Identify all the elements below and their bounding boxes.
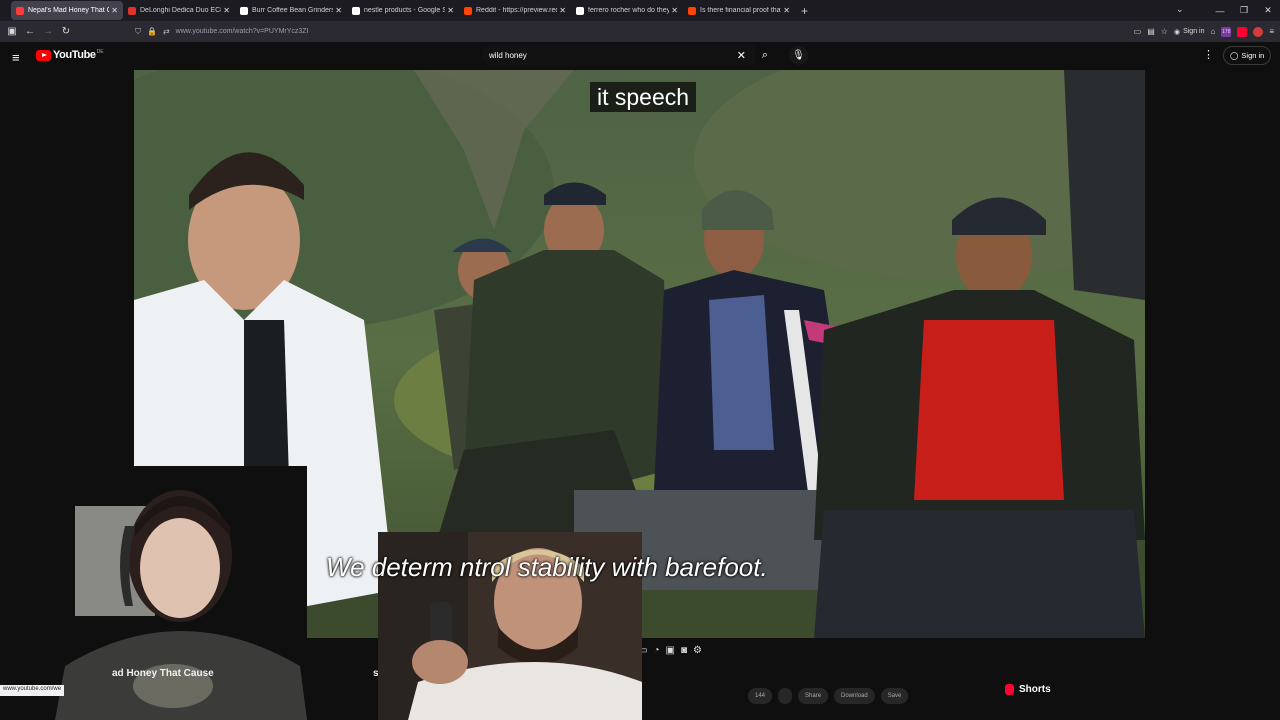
reload-icon[interactable]: ↻ [57,26,75,37]
player-controls: ▭ ◔ ▣ ◙ ⚙ [638,645,702,656]
extension-youtube-icon[interactable] [1237,26,1248,37]
account-sign-in-label: Sign in [1183,28,1205,35]
extension-badge[interactable]: 178 [1221,26,1232,37]
extensions-icon[interactable]: ⌂ [1210,27,1215,36]
sidebar-toggle-icon[interactable]: ▣ [3,26,21,37]
restore-icon[interactable]: ❐ [1232,5,1256,16]
guide-menu-icon[interactable]: ≡ [12,50,20,65]
tab-list-dropdown-icon[interactable]: ⌄ [1176,4,1184,15]
tab-close-icon[interactable]: ✕ [671,6,678,15]
bookmark-star-icon[interactable]: ☆ [1161,27,1168,36]
microphone-icon: 🎙 [792,50,805,61]
tab-favicon-icon [688,6,696,15]
user-icon: ◯ [1230,51,1239,60]
voice-search-button[interactable]: 🎙 [789,46,808,65]
theater-mode-icon[interactable]: ▣ [666,645,675,656]
forward-icon[interactable]: → [39,26,57,37]
tab-title: nestle products - Google Search [364,7,446,14]
browser-tab[interactable]: Reddit - https://preview.redd.it✕ [459,1,571,20]
search-button[interactable]: ⌕ [754,45,776,66]
browser-tab-strip: Nepal's Mad Honey That C ✕ DeLonghi Dedica… [0,0,1280,21]
youtube-logo[interactable]: YouTube DE [36,49,104,61]
tab-close-icon[interactable]: ✕ [335,6,342,15]
country-code: DE [96,49,104,55]
browser-tab[interactable]: Burr Coffee Bean Grinders | Bre✕ [235,1,347,20]
action-pill[interactable]: Share [798,688,829,704]
shorts-label: Shorts [1019,684,1051,695]
tab-title: Burr Coffee Bean Grinders | Bre [252,7,334,14]
autoplay-icon[interactable]: ◔ [653,645,659,656]
tab-close-icon[interactable]: ✕ [559,6,566,15]
browser-toolbar-right: ▭ ▤ ☆ ◉ Sign in ⌂ 178 ≡ [1134,21,1274,42]
tab-close-icon[interactable]: ✕ [223,6,230,15]
shield-icon[interactable]: ⛉ [135,27,141,37]
lock-icon[interactable]: 🔒 [147,27,157,36]
screenshot-icon[interactable]: ◙ [681,645,687,656]
tab-title: DeLonghi Dedica Duo EC890.GY [140,7,221,14]
window-controls: — ❐ ✕ [1208,0,1280,21]
permissions-icon[interactable]: ⇄ [163,27,170,36]
browser-tab[interactable]: DeLonghi Dedica Duo EC890.GY✕ [123,1,235,20]
search-box[interactable]: ✕ [482,45,754,66]
webcam-overlay-1 [55,466,307,720]
new-tab-icon[interactable]: + [801,4,808,18]
tab-favicon-icon [464,6,472,15]
caption-bottom: We determ ntrol stability with barefoot. [326,552,768,582]
settings-gear-icon[interactable]: ⚙ [693,645,702,656]
video-action-pills: 144 Share Download Save [748,688,909,704]
youtube-play-icon [36,49,51,61]
address-bar[interactable]: ⛉ 🔒 ⇄ www.youtube.com/watch?v=PUYMrYcz3Z… [135,27,309,37]
reader-icon[interactable]: ▤ [1147,27,1155,36]
account-sign-in[interactable]: ◉ Sign in [1174,28,1205,36]
action-pill[interactable]: 144 [748,688,773,704]
menu-icon[interactable]: ≡ [1269,27,1274,36]
tab-title: Reddit - https://preview.redd.it [476,7,557,14]
tab-close-icon[interactable]: ✕ [111,6,118,15]
tab-title: ferrero rocher who do they own [588,7,670,14]
tab-close-icon[interactable]: ✕ [783,6,790,15]
tab-close-icon[interactable]: ✕ [447,6,454,15]
tab-favicon-icon [240,6,248,15]
browser-tab[interactable]: Nepal's Mad Honey That C ✕ [11,1,123,20]
url-text[interactable]: www.youtube.com/watch?v=PUYMrYcz3ZI [176,28,309,35]
close-window-icon[interactable]: ✕ [1256,5,1280,16]
search-icon: ⌕ [761,49,769,61]
search-input[interactable] [489,51,729,60]
youtube-logo-text: YouTube [53,49,96,61]
video-title-fragment: ad Honey That Cause [112,668,214,679]
shorts-icon [1005,684,1014,695]
tab-favicon-icon [352,6,360,15]
clear-search-icon[interactable]: ✕ [737,49,746,62]
browser-tab[interactable]: nestle products - Google Search✕ [347,1,459,20]
tab-favicon-icon [128,6,136,15]
caption-top: it speech [590,82,697,112]
link-status-url: www.youtube.com/we [0,685,65,696]
settings-more-icon[interactable]: ⋮ [1203,48,1214,61]
youtube-sign-in-button[interactable]: ◯ Sign in [1223,46,1272,65]
browser-tab[interactable]: Is there financial proof that the✕ [683,1,795,20]
tab-favicon-icon [16,6,24,15]
action-pill[interactable]: Download [834,688,875,704]
account-icon: ◉ [1173,28,1181,36]
picture-in-picture-icon[interactable]: ▭ [1134,27,1142,36]
minimize-icon[interactable]: — [1208,6,1232,16]
youtube-sign-in-label: Sign in [1241,51,1265,60]
browser-nav-bar: ▣ ← → ↻ ⛉ 🔒 ⇄ www.youtube.com/watch?v=PU… [0,21,1280,42]
action-pill[interactable] [778,688,793,704]
shorts-heading[interactable]: Shorts [1005,684,1051,695]
extension-shield-icon[interactable] [1253,26,1264,37]
tab-title: Nepal's Mad Honey That C [28,7,110,14]
tab-favicon-icon [576,6,584,15]
back-icon[interactable]: ← [21,26,39,37]
browser-tab[interactable]: ferrero rocher who do they own✕ [571,1,683,20]
screen: Nepal's Mad Honey That C ✕ DeLonghi Dedica… [0,0,1280,720]
action-pill[interactable]: Save [880,688,909,704]
webcam-1-image [55,466,307,720]
tab-title: Is there financial proof that the [700,7,781,14]
